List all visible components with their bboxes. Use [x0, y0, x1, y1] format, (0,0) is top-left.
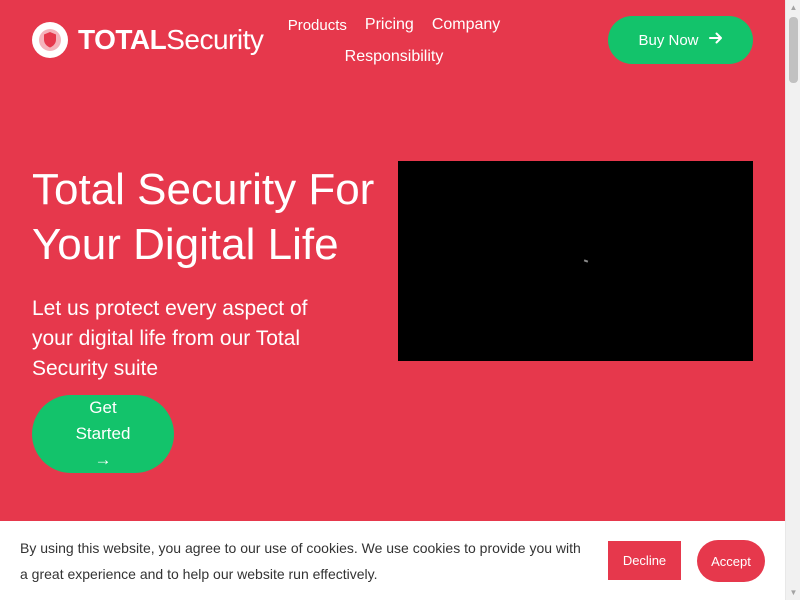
scroll-down-icon[interactable]: ▼ — [786, 585, 800, 600]
buy-now-button[interactable]: Buy Now — [608, 16, 753, 64]
nav-row: Responsibility — [278, 42, 510, 72]
nav-item-pricing[interactable]: Pricing — [365, 16, 414, 34]
accept-button[interactable]: Accept — [697, 540, 765, 582]
scrollbar-thumb[interactable] — [789, 17, 798, 83]
nav-item-company[interactable]: Company — [432, 16, 500, 34]
hero-title-line: Total Security For — [32, 165, 375, 214]
hero-video[interactable] — [398, 161, 753, 361]
brand-name-light: Security — [166, 24, 264, 55]
loading-spinner-icon — [583, 259, 589, 263]
hero-subtitle-line: Let us protect every aspect of — [32, 297, 308, 320]
hero-subtitle: Let us protect every aspect of your digi… — [32, 294, 352, 384]
page: TOTALSecurity Products Pricing Company R… — [0, 0, 785, 600]
hero-subtitle-line: Security suite — [32, 357, 159, 380]
get-started-label: Started — [75, 424, 131, 443]
scroll-up-icon[interactable]: ▲ — [786, 0, 800, 15]
get-started-label: Get — [89, 398, 117, 417]
hero-title-line: Your Digital Life — [32, 220, 339, 269]
cookie-banner: By using this website, you agree to our … — [0, 521, 785, 600]
brand-logo[interactable]: TOTALSecurity — [32, 22, 264, 58]
hero-subtitle-line: your digital life from our Total — [32, 327, 301, 350]
arrow-right-icon — [708, 31, 723, 49]
cookie-message-line: By using this website, you agree to our … — [20, 540, 581, 556]
cookie-message-line: a great experience and to help our websi… — [20, 566, 378, 582]
shield-icon — [32, 22, 68, 58]
nav-row: Products Pricing Company — [278, 10, 510, 40]
page-scrollbar[interactable]: ▲ ▼ — [785, 0, 800, 600]
brand-name-bold: TOTAL — [78, 24, 167, 55]
cookie-message: By using this website, you agree to our … — [20, 535, 595, 587]
get-started-button[interactable]: Get Started → — [32, 395, 174, 473]
main-nav: Products Pricing Company Responsibility — [278, 10, 510, 72]
nav-item-products[interactable]: Products — [288, 17, 347, 34]
nav-item-responsibility[interactable]: Responsibility — [345, 48, 444, 66]
decline-button[interactable]: Decline — [608, 541, 681, 580]
arrow-right-icon: → — [94, 450, 112, 469]
buy-now-label: Buy Now — [638, 31, 699, 49]
brand-name: TOTALSecurity — [78, 22, 264, 58]
hero-title: Total Security For Your Digital Life — [32, 162, 402, 272]
